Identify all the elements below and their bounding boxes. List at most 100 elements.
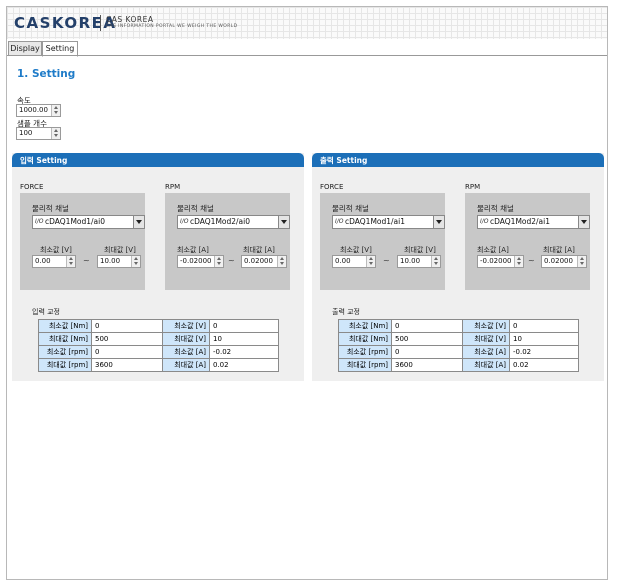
cal-value[interactable]: 3600 (91, 358, 163, 372)
input-force-channel-select[interactable]: I/O cDAQ1Mod1/ai0 (32, 215, 145, 229)
input-panel-title: 입력 Setting (20, 156, 68, 165)
speed-value: 1000.00 (19, 106, 48, 114)
input-panel-header: 입력 Setting (12, 153, 304, 167)
cal-key: 최소값 [V] (162, 319, 210, 333)
range-tilde: ~ (528, 256, 535, 265)
page-title: 1. Setting (17, 68, 76, 80)
cal-value[interactable]: 10 (209, 332, 279, 346)
cal-value[interactable]: 0 (91, 319, 163, 333)
spinner-icon[interactable] (577, 256, 586, 267)
cal-key: 최대값 [rpm] (338, 358, 392, 372)
table-row: 최대값 [Nm] 500 최대값 [V] 10 (338, 332, 579, 346)
input-rpm-min-value: -0.02000 (180, 257, 212, 265)
cal-value[interactable]: 0 (91, 345, 163, 359)
cal-value[interactable]: -0.02 (209, 345, 279, 359)
output-rpm-label: RPM (465, 183, 481, 191)
samples-value: 100 (19, 129, 33, 137)
cal-value[interactable]: 500 (91, 332, 163, 346)
output-calibration-table: 최소값 [Nm] 0 최소값 [V] 0 최대값 [Nm] 500 최대값 [V… (338, 319, 579, 372)
output-panel-header: 출력 Setting (312, 153, 604, 167)
spinner-icon[interactable] (431, 256, 440, 267)
cal-key: 최소값 [V] (462, 319, 510, 333)
output-force-min-input[interactable]: 0.00 (332, 255, 376, 268)
io-channel-icon: I/O (480, 218, 489, 225)
cal-key: 최대값 [V] (162, 332, 210, 346)
cal-value[interactable]: 0 (509, 319, 579, 333)
cal-value[interactable]: 3600 (391, 358, 463, 372)
range-tilde: ~ (228, 256, 235, 265)
table-row: 최소값 [Nm] 0 최소값 [V] 0 (338, 319, 579, 333)
cal-value[interactable]: 0.02 (209, 358, 279, 372)
speed-spinner-icon[interactable] (51, 105, 60, 116)
cal-value[interactable]: 500 (391, 332, 463, 346)
input-force-min-value: 0.00 (35, 257, 51, 265)
dropdown-arrow-icon[interactable] (433, 216, 444, 228)
input-rpm-max-input[interactable]: 0.02000 (241, 255, 287, 268)
input-rpm-max-value: 0.02000 (244, 257, 273, 265)
output-rpm-min-input[interactable]: -0.02000 (477, 255, 524, 268)
cal-value[interactable]: 0 (209, 319, 279, 333)
output-rpm-channel-value: cDAQ1Mod2/ai1 (490, 217, 551, 226)
output-force-channel-select[interactable]: I/O cDAQ1Mod1/ai1 (332, 215, 445, 229)
input-rpm-box: 물리적 채널 I/O cDAQ1Mod2/ai0 최소값 [A] 최대값 [A]… (165, 193, 290, 290)
output-rpm-max-input[interactable]: 0.02000 (541, 255, 587, 268)
spinner-icon[interactable] (277, 256, 286, 267)
input-force-min-label: 최소값 [V] (40, 246, 72, 254)
output-force-box: 물리적 채널 I/O cDAQ1Mod1/ai1 최소값 [V] 최대값 [V]… (320, 193, 445, 290)
input-force-channel-label: 물리적 채널 (32, 204, 69, 213)
cal-key: 최대값 [rpm] (38, 358, 92, 372)
logo-divider (100, 15, 101, 31)
table-row: 최소값 [rpm] 0 최소값 [A] -0.02 (38, 345, 279, 359)
output-force-min-value: 0.00 (335, 257, 351, 265)
speed-input[interactable]: 1000.00 (16, 104, 61, 117)
spinner-icon[interactable] (366, 256, 375, 267)
io-channel-icon: I/O (335, 218, 344, 225)
output-rpm-min-value: -0.02000 (480, 257, 512, 265)
dropdown-arrow-icon[interactable] (578, 216, 589, 228)
dropdown-arrow-icon[interactable] (278, 216, 289, 228)
input-force-channel-value: cDAQ1Mod1/ai0 (45, 217, 106, 226)
input-rpm-min-input[interactable]: -0.02000 (177, 255, 224, 268)
output-force-max-input[interactable]: 10.00 (397, 255, 441, 268)
samples-input[interactable]: 100 (16, 127, 61, 140)
input-rpm-min-label: 최소값 [A] (177, 246, 209, 254)
spinner-icon[interactable] (66, 256, 75, 267)
cal-value[interactable]: 10 (509, 332, 579, 346)
cal-key: 최소값 [rpm] (38, 345, 92, 359)
output-setting-panel: 출력 Setting FORCE 물리적 채널 I/O cDAQ1Mod1/ai… (312, 153, 604, 381)
spinner-icon[interactable] (514, 256, 523, 267)
range-tilde: ~ (83, 256, 90, 265)
spinner-icon[interactable] (131, 256, 140, 267)
cal-value[interactable]: 0 (391, 345, 463, 359)
output-force-channel-label: 물리적 채널 (332, 204, 369, 213)
cal-value[interactable]: 0 (391, 319, 463, 333)
dropdown-arrow-icon[interactable] (133, 216, 144, 228)
cal-key: 최대값 [A] (162, 358, 210, 372)
cal-value[interactable]: 0.02 (509, 358, 579, 372)
input-force-max-value: 10.00 (100, 257, 121, 265)
input-force-min-input[interactable]: 0.00 (32, 255, 76, 268)
brand-name: CAS KOREA (106, 15, 154, 24)
io-channel-icon: I/O (35, 218, 44, 225)
cal-key: 최소값 [rpm] (338, 345, 392, 359)
input-rpm-channel-select[interactable]: I/O cDAQ1Mod2/ai0 (177, 215, 290, 229)
input-rpm-label: RPM (165, 183, 181, 191)
samples-spinner-icon[interactable] (51, 128, 60, 139)
company-logo: CASKOREA (14, 14, 117, 32)
table-row: 최소값 [Nm] 0 최소값 [V] 0 (38, 319, 279, 333)
tab-display[interactable]: Display (8, 41, 42, 56)
output-force-max-label: 최대값 [V] (404, 246, 436, 254)
output-rpm-channel-select[interactable]: I/O cDAQ1Mod2/ai1 (477, 215, 590, 229)
cal-key: 최소값 [Nm] (38, 319, 92, 333)
table-row: 최대값 [rpm] 3600 최대값 [A] 0.02 (338, 358, 579, 372)
input-force-max-input[interactable]: 10.00 (97, 255, 141, 268)
cal-key: 최대값 [Nm] (338, 332, 392, 346)
table-row: 최소값 [rpm] 0 최소값 [A] -0.02 (338, 345, 579, 359)
spinner-icon[interactable] (214, 256, 223, 267)
cal-key: 최소값 [Nm] (338, 319, 392, 333)
output-rpm-box: 물리적 채널 I/O cDAQ1Mod2/ai1 최소값 [A] 최대값 [A]… (465, 193, 590, 290)
cal-value[interactable]: -0.02 (509, 345, 579, 359)
output-force-label: FORCE (320, 183, 344, 191)
cal-key: 최소값 [A] (162, 345, 210, 359)
input-setting-panel: 입력 Setting FORCE 물리적 채널 I/O cDAQ1Mod1/ai… (12, 153, 304, 381)
